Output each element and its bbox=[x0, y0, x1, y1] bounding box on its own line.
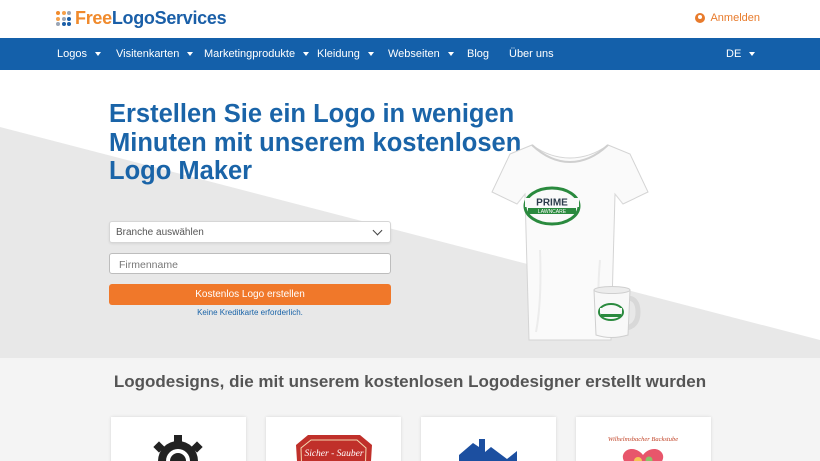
caret-down-icon bbox=[187, 52, 194, 56]
caret-down-icon bbox=[367, 52, 374, 56]
gallery-card[interactable]: Wilhelmsbacher Backstube bbox=[576, 417, 711, 461]
nav-item-visitenkarten[interactable]: Visitenkarten bbox=[116, 48, 194, 60]
logo-text-rest: LogoServices bbox=[111, 8, 227, 28]
caret-down-icon bbox=[447, 52, 454, 56]
brand-logo[interactable]: FreeLogoServices bbox=[56, 8, 227, 29]
heart-logo-icon: Wilhelmsbacher Backstube bbox=[608, 436, 678, 461]
company-name-input[interactable] bbox=[109, 253, 391, 274]
industry-select[interactable]: Branche auswählen bbox=[109, 221, 391, 243]
language-selector[interactable]: DE bbox=[726, 48, 756, 60]
nav-item-webseiten[interactable]: Webseiten bbox=[388, 48, 454, 60]
chevron-down-icon bbox=[372, 225, 383, 236]
language-label: DE bbox=[726, 48, 742, 60]
product-logo-line1: PRIME bbox=[536, 198, 568, 209]
logo-dots-icon bbox=[56, 11, 71, 26]
product-logo-line2: LAWNCARE bbox=[538, 209, 567, 215]
nav-label: Webseiten bbox=[388, 48, 440, 60]
top-header: FreeLogoServices Anmelden bbox=[0, 0, 820, 38]
caret-down-icon bbox=[749, 52, 756, 56]
no-credit-card-note: Keine Kreditkarte erforderlich. bbox=[197, 308, 303, 317]
nav-label: Kleidung bbox=[317, 48, 360, 60]
mug-image bbox=[593, 286, 641, 338]
main-nav: Logos Visitenkarten Marketingprodukte Kl… bbox=[0, 38, 820, 70]
create-logo-button[interactable]: Kostenlos Logo erstellen bbox=[109, 284, 391, 305]
gear-logo-icon bbox=[153, 435, 203, 461]
nav-item-marketingprodukte[interactable]: Marketingprodukte bbox=[204, 48, 310, 60]
caret-down-icon bbox=[303, 52, 310, 56]
gallery-card[interactable]: Sicher - Sauber bbox=[266, 417, 401, 461]
logo-wordmark: FreeLogoServices bbox=[75, 8, 227, 29]
gallery-title: Logodesigns, die mit unserem kostenlosen… bbox=[113, 372, 707, 391]
nav-label: Logos bbox=[57, 48, 87, 60]
house-logo-icon bbox=[459, 439, 517, 461]
badge-logo-icon: Sicher - Sauber bbox=[296, 435, 372, 461]
nav-item-blog[interactable]: Blog bbox=[467, 48, 489, 60]
heart-logo-text: Wilhelmsbacher Backstube bbox=[608, 436, 678, 443]
badge-logo-text: Sicher - Sauber bbox=[304, 449, 363, 459]
product-mockup: PRIME LAWNCARE bbox=[491, 144, 649, 341]
nav-label: Blog bbox=[467, 48, 490, 60]
nav-label: Visitenkarten bbox=[116, 48, 180, 60]
logo-gallery-section: Logodesigns, die mit unserem kostenlosen… bbox=[0, 358, 820, 461]
nav-label: Marketingprodukte bbox=[204, 48, 296, 60]
caret-down-icon bbox=[94, 52, 101, 56]
hero-section: Erstellen Sie ein Logo in wenigen Minute… bbox=[0, 70, 820, 358]
nav-item-logos[interactable]: Logos bbox=[57, 48, 101, 60]
gallery-card[interactable] bbox=[111, 417, 246, 461]
nav-label: Über uns bbox=[509, 48, 554, 60]
login-link[interactable]: Anmelden bbox=[695, 12, 760, 24]
nav-item-kleidung[interactable]: Kleidung bbox=[317, 48, 374, 60]
login-label: Anmelden bbox=[710, 12, 760, 24]
logo-text-free: Free bbox=[75, 8, 112, 28]
user-icon bbox=[695, 13, 706, 23]
nav-item-ueber-uns[interactable]: Über uns bbox=[509, 48, 554, 60]
industry-select-value: Branche auswählen bbox=[116, 227, 204, 238]
gallery-card[interactable] bbox=[421, 417, 556, 461]
